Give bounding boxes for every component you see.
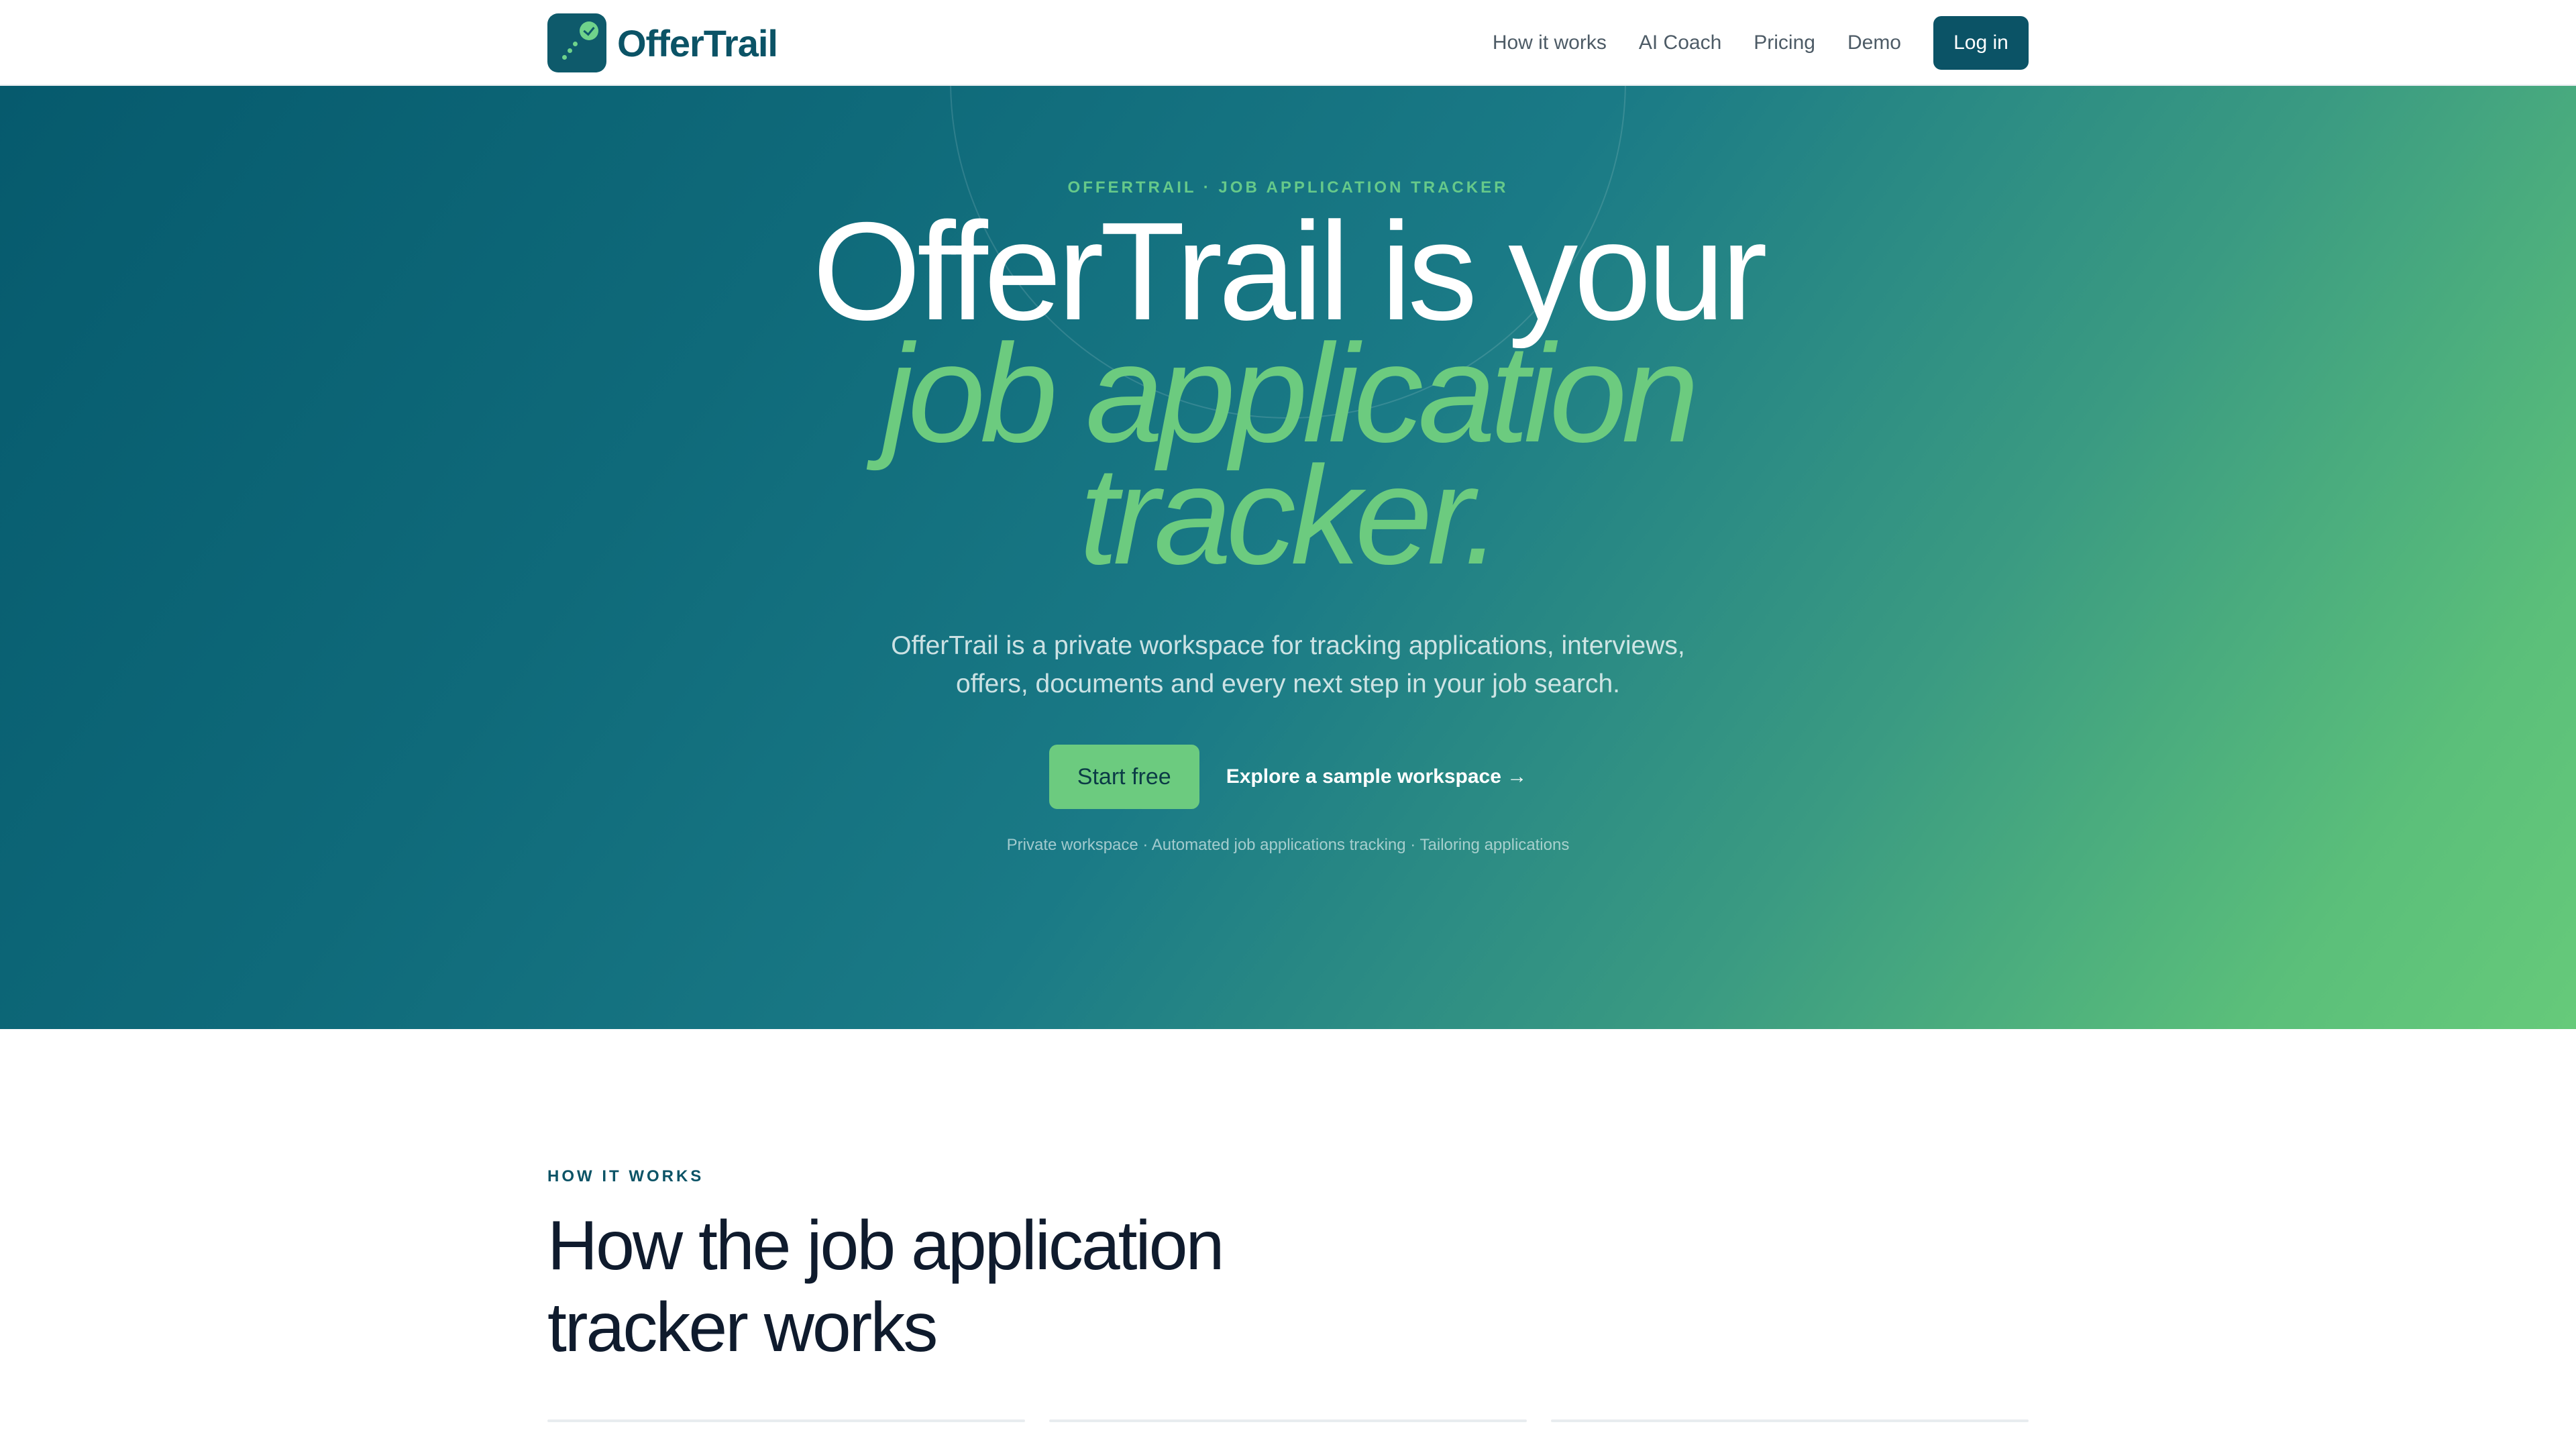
- nav-link-ai-coach[interactable]: AI Coach: [1639, 32, 1721, 54]
- step-card-top: [1551, 1419, 2029, 1422]
- nav-links: How it works AI Coach Pricing Demo Log i…: [1493, 16, 2029, 70]
- hero-subtitle: OfferTrail is a private workspace for tr…: [891, 631, 1685, 698]
- step-card-top: [547, 1419, 1025, 1422]
- trail-dot: [573, 42, 578, 46]
- brand-home-link[interactable]: OfferTrail: [547, 13, 778, 72]
- step-card-top: [1049, 1419, 1527, 1422]
- login-button[interactable]: Log in: [1933, 16, 2029, 70]
- hero-title: OfferTrail is your job application track…: [0, 194, 2576, 594]
- check-badge-icon: [580, 21, 598, 40]
- how-it-works-section: HOW IT WORKS How the job application tra…: [547, 1029, 2029, 1449]
- nav-link-pricing[interactable]: Pricing: [1754, 32, 1815, 54]
- start-free-button[interactable]: Start free: [1049, 745, 1199, 809]
- cta-row: Start free Explore a sample workspace →: [0, 745, 2576, 809]
- how-it-works-eyebrow: HOW IT WORKS: [547, 1167, 704, 1185]
- hero-title-accent: tracker.: [1079, 438, 1502, 594]
- how-it-works-title: How the job application tracker works: [547, 1207, 1224, 1366]
- offertrail-logo-icon: [547, 13, 606, 72]
- explore-sample-workspace-link[interactable]: Explore a sample workspace →: [1226, 765, 1527, 788]
- brand-name: OfferTrail: [617, 21, 778, 64]
- hero-feature-list: Private workspace · Automated job applic…: [1006, 836, 1570, 854]
- trail-dot: [568, 48, 572, 53]
- hero-title-accent: job application: [882, 316, 1699, 472]
- nav-link-how-it-works[interactable]: How it works: [1493, 32, 1607, 54]
- hero-section: OFFERTRAIL · JOB APPLICATION TRACKER Off…: [0, 86, 2576, 1029]
- nav-inner: OfferTrail How it works AI Coach Pricing…: [547, 0, 2029, 86]
- nav-link-demo[interactable]: Demo: [1847, 32, 1901, 54]
- hero-title-line: OfferTrail is your: [812, 194, 1768, 350]
- trail-dot: [562, 55, 567, 60]
- top-navigation: OfferTrail How it works AI Coach Pricing…: [0, 0, 2576, 86]
